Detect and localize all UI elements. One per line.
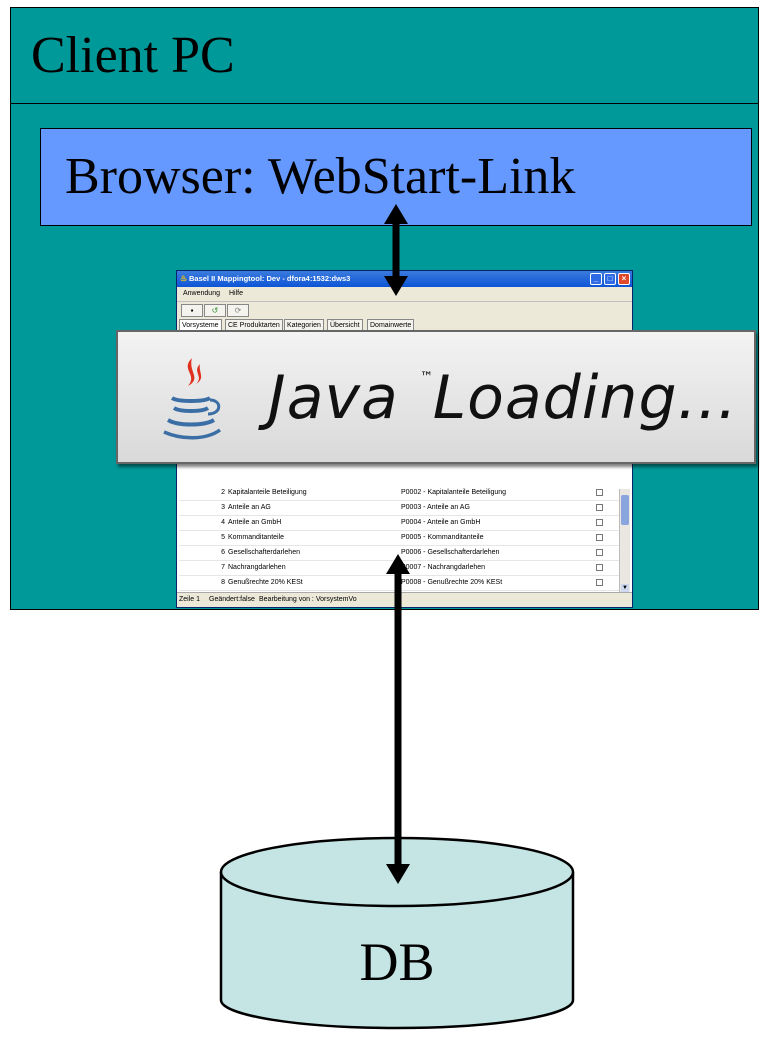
- arrows-overlay: [384, 204, 410, 884]
- arrowhead-up-app: [386, 554, 410, 574]
- arrowhead-down-app: [384, 276, 408, 296]
- arrowhead-up-browser: [384, 204, 408, 224]
- arrowhead-down-db: [386, 864, 410, 884]
